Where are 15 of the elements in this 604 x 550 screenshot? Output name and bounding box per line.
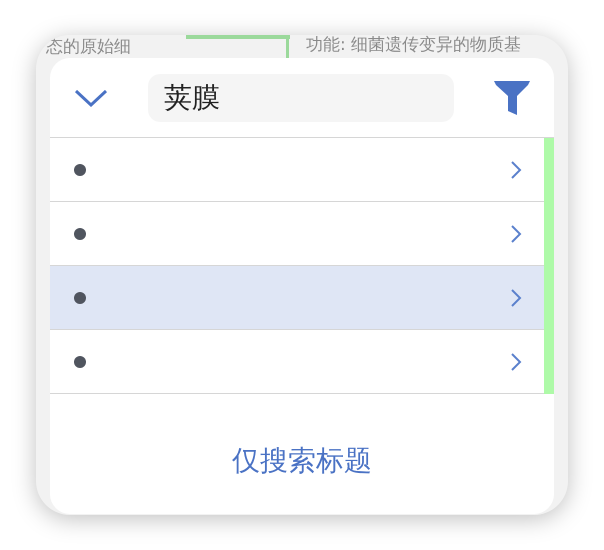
- scrollbar[interactable]: [544, 138, 554, 394]
- chevron-right-icon: [510, 288, 522, 306]
- chevron-down-icon[interactable]: [74, 88, 108, 106]
- filter-icon[interactable]: [494, 80, 530, 114]
- chevron-right-icon: [510, 224, 522, 242]
- chevron-right-icon: [510, 160, 522, 178]
- search-field[interactable]: 荚膜: [148, 74, 454, 122]
- bullet-icon: [74, 164, 86, 176]
- chevron-right-icon: [510, 352, 522, 370]
- background-text: 功能: 细菌遗传变异的物质基: [306, 35, 522, 56]
- bullet-icon: [74, 228, 86, 240]
- result-row[interactable]: [50, 266, 544, 330]
- title-only-search-button[interactable]: 仅搜索标题: [232, 442, 372, 480]
- bullet-icon: [74, 356, 86, 368]
- bullet-icon: [74, 292, 86, 304]
